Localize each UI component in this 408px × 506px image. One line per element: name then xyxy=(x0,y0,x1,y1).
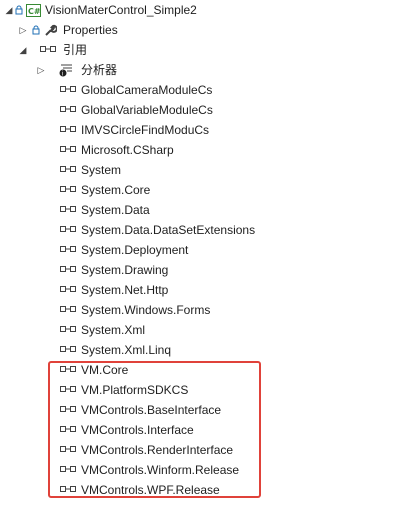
lock-icon xyxy=(31,25,41,35)
reference-label: Microsoft.CSharp xyxy=(81,143,174,157)
reference-icon xyxy=(60,185,76,195)
reference-label: System.Data.DataSetExtensions xyxy=(81,223,256,237)
reference-label: GlobalCameraModuleCs xyxy=(81,83,213,97)
reference-item[interactable]: VMControls.Winform.Release xyxy=(0,460,408,480)
wrench-icon xyxy=(43,24,57,37)
properties-label: Properties xyxy=(63,23,118,37)
reference-label: VM.Core xyxy=(81,363,129,377)
reference-label: VM.PlatformSDKCS xyxy=(81,383,189,397)
reference-icon xyxy=(60,325,76,335)
reference-label: System.Data xyxy=(81,203,150,217)
project-label: VisionMaterControl_Simple2 xyxy=(45,3,197,17)
expand-right-icon[interactable]: ▷ xyxy=(18,24,28,36)
reference-item[interactable]: System.Xml.Linq xyxy=(0,340,408,360)
analyzers-node[interactable]: ▷ i 分析器 xyxy=(0,60,408,80)
reference-item[interactable]: Microsoft.CSharp xyxy=(0,140,408,160)
reference-icon xyxy=(60,105,76,115)
expand-down-icon[interactable]: ◢ xyxy=(18,44,28,56)
reference-icon xyxy=(60,285,76,295)
reference-icon xyxy=(60,385,76,395)
reference-item[interactable]: GlobalCameraModuleCs xyxy=(0,80,408,100)
expand-right-icon[interactable]: ▷ xyxy=(36,64,46,76)
reference-label: System.Drawing xyxy=(81,263,169,277)
reference-item[interactable]: System.Windows.Forms xyxy=(0,300,408,320)
reference-icon xyxy=(60,345,76,355)
reference-label: System.Deployment xyxy=(81,243,189,257)
reference-item[interactable]: IMVSCircleFindModuCs xyxy=(0,120,408,140)
reference-icon xyxy=(60,265,76,275)
reference-label: System xyxy=(81,163,122,177)
reference-item[interactable]: VM.Core xyxy=(0,360,408,380)
reference-label: VMControls.WPF.Release xyxy=(81,483,220,497)
references-icon xyxy=(40,45,56,55)
reference-icon xyxy=(60,465,76,475)
reference-label: System.Net.Http xyxy=(81,283,169,297)
reference-icon xyxy=(60,305,76,315)
reference-icon xyxy=(60,245,76,255)
reference-label: VMControls.BaseInterface xyxy=(81,403,222,417)
expand-down-icon[interactable]: ◢ xyxy=(4,4,14,16)
reference-item[interactable]: System.Net.Http xyxy=(0,280,408,300)
reference-item[interactable]: GlobalVariableModuleCs xyxy=(0,100,408,120)
reference-item[interactable]: VMControls.WPF.Release xyxy=(0,480,408,500)
lock-icon xyxy=(14,5,24,15)
reference-label: VMControls.Interface xyxy=(81,423,194,437)
reference-icon xyxy=(60,365,76,375)
references-label: 引用 xyxy=(63,43,88,57)
reference-item[interactable]: VMControls.Interface xyxy=(0,420,408,440)
references-node[interactable]: ◢ 引用 xyxy=(0,40,408,60)
reference-icon xyxy=(60,85,76,95)
reference-item[interactable]: System.Core xyxy=(0,180,408,200)
reference-label: VMControls.Winform.Release xyxy=(81,463,240,477)
reference-label: System.Xml xyxy=(81,323,146,337)
reference-label: System.Windows.Forms xyxy=(81,303,211,317)
reference-icon xyxy=(60,125,76,135)
properties-node[interactable]: ▷ Properties xyxy=(0,20,408,40)
reference-icon xyxy=(60,225,76,235)
reference-icon xyxy=(60,165,76,175)
analyzers-label: 分析器 xyxy=(81,63,118,77)
reference-item[interactable]: System.Data.DataSetExtensions xyxy=(0,220,408,240)
reference-item[interactable]: System.Xml xyxy=(0,320,408,340)
reference-label: System.Core xyxy=(81,183,151,197)
reference-icon xyxy=(60,205,76,215)
reference-item[interactable]: System.Data xyxy=(0,200,408,220)
svg-text:C#: C# xyxy=(28,7,41,16)
project-node[interactable]: ◢ C# VisionMaterControl_Simple2 xyxy=(0,0,408,20)
reference-icon xyxy=(60,425,76,435)
reference-item[interactable]: System.Deployment xyxy=(0,240,408,260)
reference-item[interactable]: System xyxy=(0,160,408,180)
reference-item[interactable]: System.Drawing xyxy=(0,260,408,280)
reference-label: GlobalVariableModuleCs xyxy=(81,103,213,117)
reference-item[interactable]: VMControls.RenderInterface xyxy=(0,440,408,460)
analyzer-icon: i xyxy=(58,63,74,77)
reference-label: IMVSCircleFindModuCs xyxy=(81,123,210,137)
reference-icon xyxy=(60,445,76,455)
solution-explorer-tree: ◢ C# VisionMaterControl_Simple2 ▷ Proper… xyxy=(0,0,408,506)
reference-item[interactable]: VMControls.BaseInterface xyxy=(0,400,408,420)
reference-icon xyxy=(60,485,76,495)
reference-label: System.Xml.Linq xyxy=(81,343,172,357)
reference-label: VMControls.RenderInterface xyxy=(81,443,234,457)
next-node-partial xyxy=(0,500,408,506)
reference-icon xyxy=(60,405,76,415)
reference-item[interactable]: VM.PlatformSDKCS xyxy=(0,380,408,400)
csharp-project-icon: C# xyxy=(25,3,41,17)
reference-icon xyxy=(60,145,76,155)
